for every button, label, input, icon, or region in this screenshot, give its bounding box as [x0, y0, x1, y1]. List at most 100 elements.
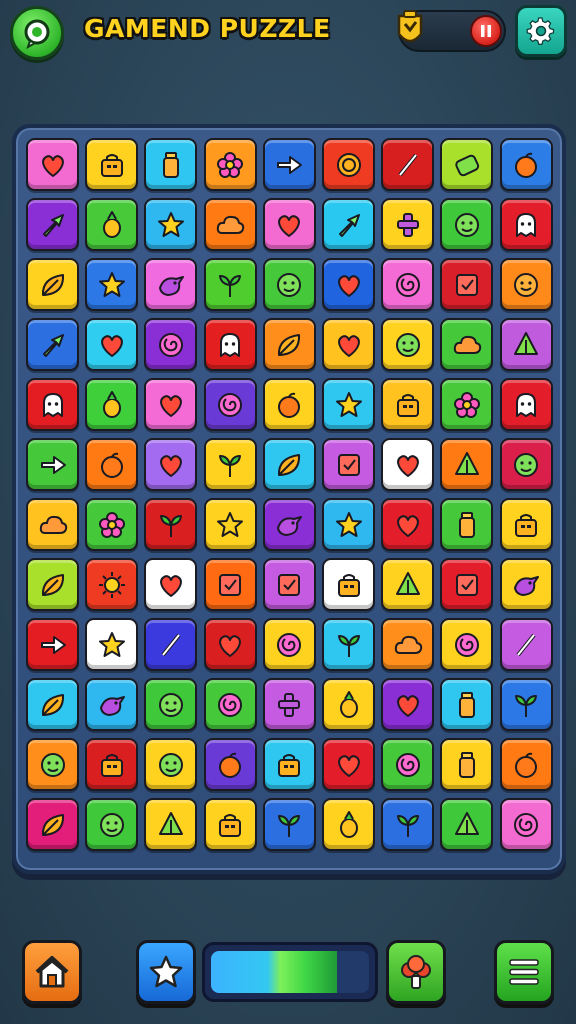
- tile-heart[interactable]: [381, 438, 435, 491]
- tile-face[interactable]: [144, 678, 198, 731]
- tile-leaf[interactable]: [26, 798, 79, 851]
- tile-arrow-up[interactable]: [322, 198, 375, 251]
- chat-bubble-icon[interactable]: [10, 6, 64, 60]
- tile-coin[interactable]: [322, 138, 375, 191]
- tile-fruit[interactable]: [499, 738, 553, 791]
- tile-star[interactable]: [85, 618, 139, 671]
- tile-plant[interactable]: [499, 678, 553, 731]
- tile-leaf[interactable]: [262, 318, 316, 371]
- tile-plant[interactable]: [144, 498, 198, 551]
- tile-heart[interactable]: [262, 198, 316, 251]
- tile-card[interactable]: [203, 558, 257, 611]
- tile-face[interactable]: [144, 738, 198, 791]
- tile-flower[interactable]: [85, 498, 139, 551]
- tile-leaf-slash[interactable]: [499, 618, 553, 671]
- tile-star[interactable]: [85, 258, 139, 311]
- tile-bird[interactable]: [499, 558, 553, 611]
- tile-leaf[interactable]: [26, 678, 79, 731]
- tile-ghost[interactable]: [26, 378, 79, 431]
- tile-bottle[interactable]: [440, 678, 494, 731]
- tile-smile[interactable]: [499, 258, 553, 311]
- tile-sun[interactable]: [85, 558, 139, 611]
- tile-heart[interactable]: [144, 438, 198, 491]
- tile-arrow[interactable]: [26, 438, 79, 491]
- star-button[interactable]: [136, 940, 196, 1004]
- tile-face[interactable]: [85, 798, 139, 851]
- tile-bird[interactable]: [85, 678, 139, 731]
- pause-button[interactable]: [470, 15, 502, 47]
- tile-cross[interactable]: [262, 678, 316, 731]
- menu-button[interactable]: [494, 940, 554, 1004]
- tile-heart[interactable]: [322, 258, 375, 311]
- tile-star[interactable]: [322, 498, 375, 551]
- tile-bottle[interactable]: [440, 738, 494, 791]
- tile-cloud[interactable]: [203, 198, 257, 251]
- tile-star[interactable]: [144, 198, 198, 251]
- tile-heart[interactable]: [144, 558, 198, 611]
- tile-star[interactable]: [322, 378, 375, 431]
- tile-card[interactable]: [322, 438, 375, 491]
- tile-heart[interactable]: [203, 618, 257, 671]
- tile-fruit[interactable]: [203, 738, 257, 791]
- tile-bag[interactable]: [85, 738, 139, 791]
- tile-fruit[interactable]: [499, 138, 553, 191]
- tile-swirl[interactable]: [144, 318, 198, 371]
- tile-cloud[interactable]: [440, 318, 494, 371]
- tile-flower[interactable]: [440, 378, 494, 431]
- tile-arrow-up[interactable]: [26, 318, 79, 371]
- settings-button[interactable]: [515, 5, 567, 57]
- tile-fruit[interactable]: [85, 438, 139, 491]
- tile-ghost[interactable]: [499, 378, 553, 431]
- tile-cloud[interactable]: [26, 498, 79, 551]
- tile-plant[interactable]: [203, 258, 257, 311]
- tile-pineapple[interactable]: [322, 798, 375, 851]
- tile-can[interactable]: [440, 138, 494, 191]
- tile-swirl[interactable]: [203, 678, 257, 731]
- tile-tree[interactable]: [381, 558, 435, 611]
- tile-card[interactable]: [440, 558, 494, 611]
- tile-ghost[interactable]: [203, 318, 257, 371]
- tile-face[interactable]: [381, 318, 435, 371]
- tile-heart[interactable]: [322, 738, 375, 791]
- tile-bird[interactable]: [262, 498, 316, 551]
- tile-pineapple[interactable]: [322, 678, 375, 731]
- tile-arrow[interactable]: [262, 138, 316, 191]
- tile-heart[interactable]: [85, 318, 139, 371]
- tile-face[interactable]: [499, 438, 553, 491]
- tile-bag[interactable]: [381, 378, 435, 431]
- tile-face[interactable]: [26, 738, 79, 791]
- tile-bag[interactable]: [499, 498, 553, 551]
- tile-card[interactable]: [262, 558, 316, 611]
- tile-leaf[interactable]: [26, 558, 79, 611]
- tile-cross[interactable]: [381, 198, 435, 251]
- tile-fruit[interactable]: [262, 378, 316, 431]
- tile-swirl[interactable]: [203, 378, 257, 431]
- tile-bag[interactable]: [262, 738, 316, 791]
- tile-swirl[interactable]: [440, 618, 494, 671]
- tile-pineapple[interactable]: [85, 378, 139, 431]
- tile-face[interactable]: [440, 198, 494, 251]
- tile-tree[interactable]: [499, 318, 553, 371]
- tile-ghost[interactable]: [499, 198, 553, 251]
- tile-bag[interactable]: [203, 798, 257, 851]
- tile-heart[interactable]: [26, 138, 79, 191]
- tile-tree[interactable]: [440, 798, 494, 851]
- tile-bag[interactable]: [322, 558, 375, 611]
- tile-tree[interactable]: [144, 798, 198, 851]
- tile-plant[interactable]: [381, 798, 435, 851]
- tile-leaf[interactable]: [26, 258, 79, 311]
- tile-leaf[interactable]: [262, 438, 316, 491]
- tile-heart[interactable]: [381, 678, 435, 731]
- tile-swirl[interactable]: [262, 618, 316, 671]
- tile-arrow-up[interactable]: [26, 198, 79, 251]
- tile-plant[interactable]: [322, 618, 375, 671]
- tile-arrow[interactable]: [26, 618, 79, 671]
- tile-leaf-slash[interactable]: [144, 618, 198, 671]
- tile-leaf-slash[interactable]: [381, 138, 435, 191]
- tile-face[interactable]: [262, 258, 316, 311]
- tile-bird[interactable]: [144, 258, 198, 311]
- home-button[interactable]: [22, 940, 82, 1004]
- tile-bottle[interactable]: [144, 138, 198, 191]
- tile-heart[interactable]: [381, 498, 435, 551]
- tile-tree[interactable]: [440, 438, 494, 491]
